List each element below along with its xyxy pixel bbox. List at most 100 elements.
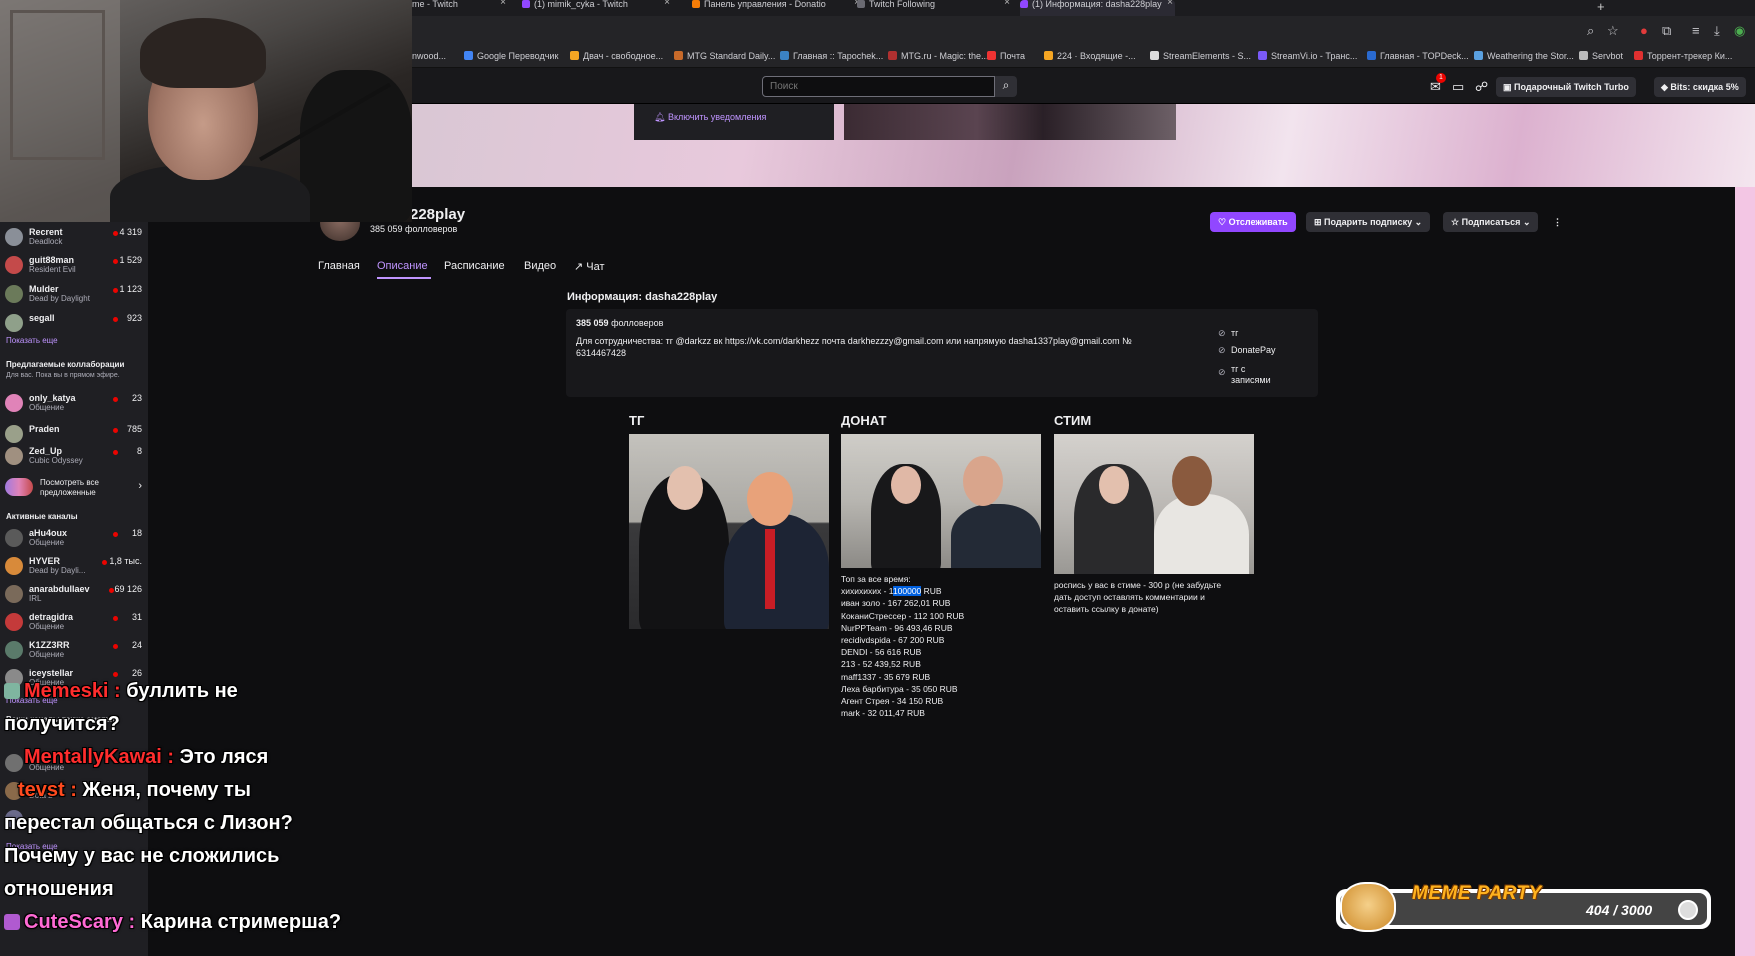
- subscribe-button[interactable]: ☆ Подписаться ⌄: [1443, 212, 1539, 232]
- bookmark[interactable]: Почта: [987, 51, 1025, 61]
- bookmark[interactable]: StreamVi.io - Транс...: [1258, 51, 1357, 61]
- browser-tab-label: Twitch Following: [869, 0, 936, 9]
- turbo-gift-button[interactable]: ▣ Подарочный Twitch Turbo: [1496, 77, 1636, 97]
- webcam-door: [10, 10, 105, 160]
- close-icon[interactable]: ×: [664, 0, 670, 8]
- donat-top-title: Топ за все время:: [841, 574, 911, 584]
- bookmark[interactable]: MTG.ru - Magic: the...: [888, 51, 989, 61]
- panel-image-tg[interactable]: [629, 434, 829, 629]
- live-dot: [113, 616, 118, 621]
- about-link-tg-records[interactable]: ⊘ тг с записями: [1218, 364, 1288, 386]
- browser-tab[interactable]: Twitch Following ×: [857, 0, 1012, 16]
- sidebar-channel[interactable]: detragidra Общение 31: [5, 609, 145, 635]
- sidebar-channel[interactable]: HYVER Dead by Dayli... 1,8 тыс.: [5, 553, 145, 579]
- close-icon[interactable]: ×: [500, 0, 506, 8]
- browser-tab-active[interactable]: (1) Информация: dasha228play ×: [1020, 0, 1175, 16]
- bookmark[interactable]: Google Переводчик: [464, 51, 558, 61]
- panel-image-stim[interactable]: [1054, 434, 1254, 574]
- bookmark[interactable]: StreamElements - S...: [1150, 51, 1251, 61]
- new-tab-icon[interactable]: +: [1597, 0, 1605, 14]
- person-figure: [1154, 494, 1249, 574]
- see-all-suggested[interactable]: Посмотреть все предложенные ›: [5, 474, 145, 502]
- browser-tab[interactable]: me - Twitch ×: [412, 0, 508, 16]
- notification-badge: 1: [1436, 73, 1446, 83]
- sidebar-channel[interactable]: Mulder Dead by Daylight 1 123: [5, 281, 145, 307]
- channel-name: segall: [29, 313, 55, 323]
- tab-chat[interactable]: ↗ Чат: [574, 260, 605, 273]
- about-link-tg[interactable]: ⊘ тг: [1218, 328, 1238, 339]
- enable-notifications-link[interactable]: 🔔︎ Включить уведомления: [654, 112, 766, 123]
- bits-button[interactable]: ◆ Bits: скидка 5%: [1654, 77, 1746, 97]
- whispers-icon[interactable]: ▭: [1452, 79, 1464, 95]
- panel-image-donat[interactable]: [841, 434, 1041, 568]
- extension-icon[interactable]: ●: [1640, 23, 1648, 38]
- tab-home[interactable]: Главная: [318, 260, 360, 272]
- doge-icon: [1340, 882, 1396, 932]
- about-link-donatepay[interactable]: ⊘ DonatePay: [1218, 345, 1276, 356]
- avatar: [5, 641, 23, 659]
- banner-video-thumbnail[interactable]: [844, 104, 1176, 140]
- mtg-icon: [674, 51, 683, 60]
- browser-tab-bar: me - Twitch × (1) mimik_cyka - Twitch × Па…: [412, 0, 1755, 16]
- tab-videos[interactable]: Видео: [524, 260, 556, 272]
- close-icon[interactable]: ×: [1167, 0, 1173, 8]
- reading-list-icon[interactable]: ≡: [1692, 23, 1700, 38]
- bookmark[interactable]: Главная :: Tapochek...: [780, 51, 883, 61]
- tab-schedule[interactable]: Расписание: [444, 260, 505, 272]
- browser-tab[interactable]: (1) mimik_cyka - Twitch ×: [522, 0, 672, 16]
- puzzle-icon[interactable]: ⧉: [1662, 23, 1671, 39]
- gift-sub-button[interactable]: ⊞ Подарить подписку ⌄: [1306, 212, 1431, 232]
- viewer-count: 1,8 тыс.: [109, 556, 142, 566]
- sidebar-channel[interactable]: Recrent Deadlock 4 319: [5, 224, 145, 250]
- sidebar-channel[interactable]: aHu4oux Общение 18: [5, 525, 145, 551]
- search-input[interactable]: [762, 76, 995, 97]
- kebab-icon[interactable]: ⋮: [1549, 212, 1566, 232]
- bookmark[interactable]: Двач - свободное...: [570, 51, 663, 61]
- link-icon: ⊘: [1218, 328, 1226, 338]
- twitch-top-nav: ⌕ ✉ 1 ▭ ☍ ▣ Подарочный Twitch Turbo ◆ Bi…: [412, 68, 1755, 104]
- chat-text: перестал общаться с Лизон?: [4, 812, 293, 834]
- bookmark[interactable]: Weathering the Stor...: [1474, 51, 1574, 61]
- bookmark[interactable]: Торрент-трекер Ки...: [1634, 51, 1732, 61]
- channel-name: only_katya: [29, 393, 76, 403]
- prime-icon[interactable]: ☍: [1475, 79, 1488, 95]
- chat-username: MentallyKawai: [24, 746, 162, 768]
- twitch-icon: [522, 0, 530, 8]
- link-icon: ⊘: [1218, 367, 1226, 377]
- channel-name: 228play: [410, 206, 466, 223]
- sidebar-channel[interactable]: only_katya Общение 23: [5, 390, 145, 416]
- avatar: [5, 529, 23, 547]
- sidebar-channel[interactable]: segall 923: [5, 310, 145, 336]
- sidebar-channel[interactable]: Zed_Up Cubic Odyssey 8: [5, 443, 145, 469]
- bookmark[interactable]: 224 · Входящие -...: [1044, 51, 1136, 61]
- viewer-count: 69 126: [114, 584, 142, 594]
- chevron-down-icon: ⌄: [1520, 217, 1531, 227]
- zoom-icon[interactable]: ⌕: [1587, 23, 1594, 39]
- follow-button[interactable]: ♡ Отслеживать: [1210, 212, 1296, 232]
- show-more-link[interactable]: Показать еще: [6, 336, 58, 345]
- search-button[interactable]: ⌕: [995, 76, 1017, 97]
- bookmark-star-icon[interactable]: ☆: [1607, 23, 1619, 39]
- channel-game: Dead by Daylight: [29, 294, 90, 303]
- close-icon[interactable]: ×: [1004, 0, 1010, 8]
- bookmark[interactable]: Главная - TOPDeck...: [1367, 51, 1469, 61]
- browser-tab-label: Панель управления - Donatio: [704, 0, 826, 9]
- donat-row: Леха барбитура - 35 050 RUB: [841, 683, 958, 694]
- chat-username: Memeski: [24, 680, 109, 702]
- bookmark[interactable]: Servbot: [1579, 51, 1623, 61]
- sidebar-channel[interactable]: anarabdullaev IRL 69 126: [5, 581, 145, 607]
- badge-icon: [4, 683, 20, 699]
- browser-tab[interactable]: Панель управления - Donatio×: [692, 0, 862, 16]
- tie-shape: [765, 529, 775, 609]
- profile-icon[interactable]: ◉: [1734, 23, 1745, 39]
- bits-icon: ◆: [1661, 82, 1671, 92]
- bell-icon: 🔔︎: [654, 112, 668, 122]
- download-icon[interactable]: ⤓: [1714, 23, 1720, 39]
- bookmark[interactable]: MTG Standard Daily...: [674, 51, 775, 61]
- bookmark[interactable]: nwood...: [412, 51, 446, 61]
- sidebar-channel[interactable]: K1ZZ3RR Общение 24: [5, 637, 145, 663]
- sidebar-channel[interactable]: guit88man Resident Evil 1 529: [5, 252, 145, 278]
- see-all-label: Посмотреть все предложенные: [40, 478, 99, 497]
- tab-about[interactable]: Описание: [377, 260, 428, 272]
- donat-top-list: Топ за все время: хихихихих - 1100000 RU…: [841, 573, 964, 719]
